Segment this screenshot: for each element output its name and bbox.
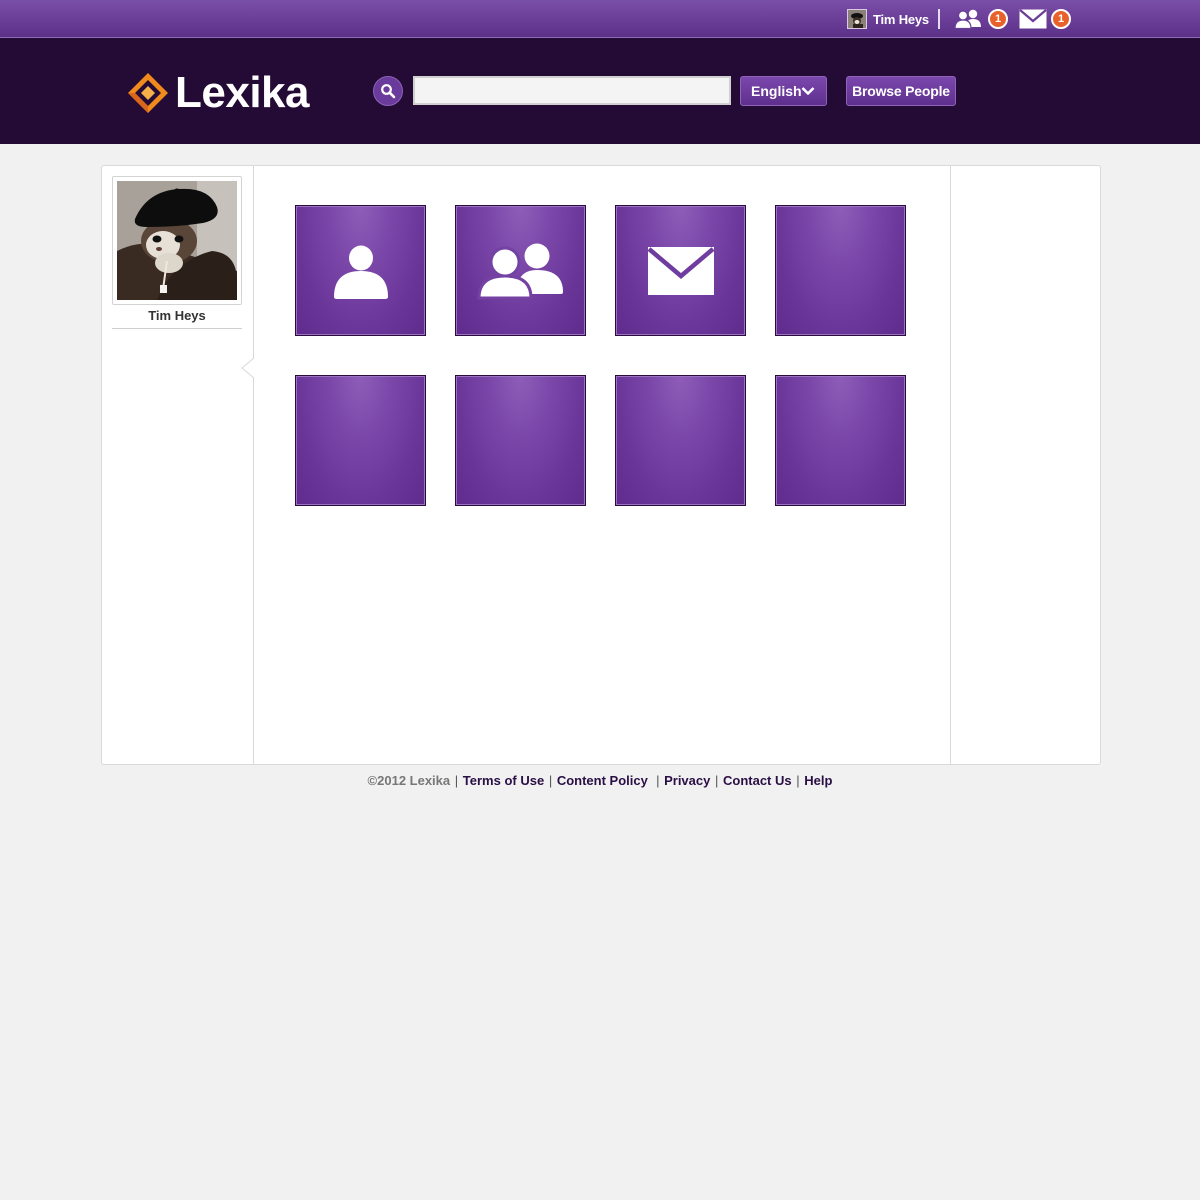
active-pointer-notch [241, 358, 255, 378]
footer-separator: | [796, 773, 800, 788]
browse-people-button[interactable]: Browse People [846, 76, 956, 106]
right-column-divider [950, 166, 951, 764]
ferret-in-beret-photo [117, 181, 237, 300]
chevron-down-icon [801, 87, 815, 95]
friend-requests-badge[interactable]: 1 [988, 9, 1008, 29]
left-column-divider [253, 166, 254, 764]
tile-profile[interactable] [295, 205, 426, 336]
logo-text: Lexika [175, 68, 309, 117]
footer-link-privacy[interactable]: Privacy [664, 773, 710, 788]
profile-name-divider [112, 328, 242, 329]
mail-icon [647, 246, 714, 295]
messages-badge[interactable]: 1 [1051, 9, 1071, 29]
mail-icon[interactable] [1019, 9, 1047, 29]
tile-empty-7[interactable] [615, 375, 746, 506]
top-user-bar: Tim Heys 1 1 [0, 0, 1200, 38]
current-user-menu[interactable]: Tim Heys [847, 9, 929, 29]
footer-separator: | [454, 773, 459, 788]
tile-empty-6[interactable] [455, 375, 586, 506]
language-label: English [751, 83, 802, 99]
user-icon [333, 245, 388, 299]
tile-empty-5[interactable] [295, 375, 426, 506]
tile-empty-4[interactable] [775, 205, 906, 336]
top-divider [938, 9, 940, 29]
site-footer: ©2012 Lexika | Terms of Use | Content Po… [0, 773, 1200, 793]
site-header: Lexika English Browse People [0, 38, 1200, 144]
footer-copyright: ©2012 Lexika [367, 773, 451, 788]
profile-photo[interactable] [112, 176, 242, 305]
footer-link-contact[interactable]: Contact Us [723, 773, 792, 788]
search-input[interactable] [413, 76, 731, 105]
friends-icon[interactable] [953, 9, 985, 30]
footer-link-help[interactable]: Help [804, 773, 832, 788]
lexika-logo[interactable]: Lexika [127, 70, 337, 116]
search-icon [381, 84, 396, 99]
language-select[interactable]: English [740, 76, 827, 106]
footer-separator: | [548, 773, 553, 788]
friends-icon [476, 243, 563, 299]
main-panel: Tim Heys [101, 165, 1101, 765]
tile-friends[interactable] [455, 205, 586, 336]
footer-separator: | [652, 773, 660, 788]
tile-messages[interactable] [615, 205, 746, 336]
tile-empty-8[interactable] [775, 375, 906, 506]
footer-separator: | [714, 773, 719, 788]
search-button[interactable] [373, 76, 403, 106]
footer-link-content-policy[interactable]: Content Policy [557, 773, 648, 788]
footer-link-terms[interactable]: Terms of Use [463, 773, 544, 788]
profile-name[interactable]: Tim Heys [112, 308, 242, 328]
logo-diamond-icon [128, 73, 168, 113]
top-username[interactable]: Tim Heys [873, 12, 929, 27]
user-avatar-thumbnail[interactable] [847, 9, 867, 29]
